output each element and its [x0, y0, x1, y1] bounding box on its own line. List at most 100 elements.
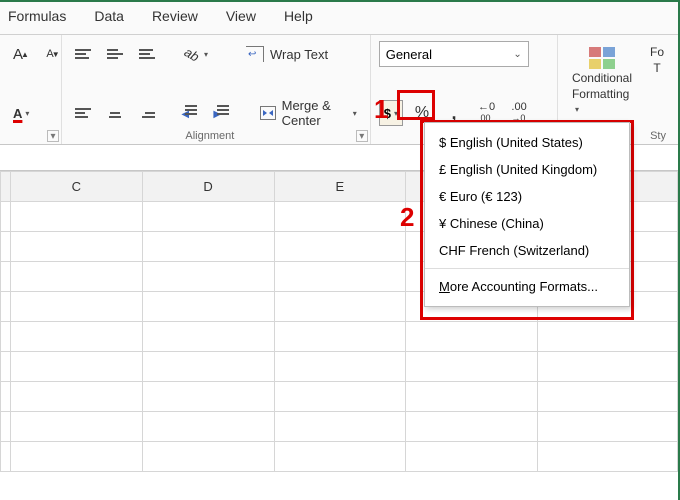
cell[interactable] [11, 382, 143, 412]
cell[interactable] [274, 322, 406, 352]
cell[interactable] [11, 232, 143, 262]
cell[interactable] [406, 352, 538, 382]
orientation-button[interactable]: ab▾ [178, 41, 213, 67]
align-right-button[interactable] [134, 100, 160, 126]
callout-number-2: 2 [400, 202, 414, 233]
cell[interactable] [274, 292, 406, 322]
align-left-button[interactable] [70, 100, 96, 126]
conditional-formatting-button[interactable]: Conditional Formatting ▾ [566, 45, 638, 117]
orientation-icon: ab [180, 42, 205, 67]
cell[interactable] [11, 412, 143, 442]
number-format-select[interactable]: General ⌄ [379, 41, 529, 67]
tab-help[interactable]: Help [284, 8, 313, 24]
decrease-indent-icon: ◀ [181, 105, 197, 121]
tab-formulas[interactable]: Formulas [8, 8, 66, 24]
cell[interactable] [142, 442, 274, 472]
decrease-indent-button[interactable]: ◀ [176, 100, 202, 126]
cell[interactable] [538, 442, 678, 472]
cell[interactable] [142, 382, 274, 412]
cell[interactable] [538, 322, 678, 352]
currency-option[interactable]: CHF French (Switzerland) [425, 237, 629, 264]
align-center-button[interactable] [102, 100, 128, 126]
increase-indent-icon: ▶ [213, 105, 229, 121]
cell[interactable] [11, 202, 143, 232]
cell[interactable] [274, 442, 406, 472]
cell[interactable] [142, 412, 274, 442]
tab-data[interactable]: Data [94, 8, 124, 24]
align-top-button[interactable] [70, 41, 96, 67]
cell[interactable] [538, 352, 678, 382]
cell[interactable] [274, 232, 406, 262]
cell[interactable] [406, 442, 538, 472]
cell[interactable] [142, 322, 274, 352]
cell[interactable] [11, 262, 143, 292]
cell[interactable] [11, 352, 143, 382]
cell[interactable] [11, 292, 143, 322]
cell[interactable] [142, 352, 274, 382]
tab-review[interactable]: Review [152, 8, 198, 24]
column-header[interactable]: E [274, 172, 406, 202]
cell[interactable] [1, 232, 11, 262]
cell[interactable] [1, 292, 11, 322]
align-center-icon [107, 108, 123, 118]
increase-font-size-button[interactable]: A▲ [8, 41, 34, 67]
cell[interactable] [406, 322, 538, 352]
cell[interactable] [406, 382, 538, 412]
chevron-down-icon: ▾ [204, 50, 208, 59]
column-header[interactable]: D [142, 172, 274, 202]
cell[interactable] [1, 442, 11, 472]
cell[interactable] [274, 202, 406, 232]
cell[interactable] [538, 382, 678, 412]
chevron-down-icon: ⌄ [513, 49, 521, 60]
align-bottom-button[interactable] [134, 41, 160, 67]
column-header[interactable]: C [11, 172, 143, 202]
cell[interactable] [142, 262, 274, 292]
cell[interactable] [1, 352, 11, 382]
font-dialog-launcher[interactable]: ▾ [47, 130, 59, 142]
cell[interactable] [11, 442, 143, 472]
cell[interactable] [1, 202, 11, 232]
number-format-value: General [386, 47, 432, 62]
cell[interactable] [274, 352, 406, 382]
align-middle-icon [107, 49, 123, 59]
cell[interactable] [1, 262, 11, 292]
cell[interactable] [11, 322, 143, 352]
cell[interactable] [274, 412, 406, 442]
cell[interactable] [406, 412, 538, 442]
conditional-label-1: Conditional [572, 71, 632, 85]
ribbon-tab-strip: Formulas Data Review View Help [0, 2, 678, 35]
column-header[interactable] [1, 172, 11, 202]
wrap-text-label: Wrap Text [270, 47, 328, 62]
tab-view[interactable]: View [226, 8, 256, 24]
more-accounting-formats[interactable]: More Accounting Formats... [425, 273, 629, 300]
callout-number-1: 1 [374, 94, 388, 125]
cell[interactable] [1, 382, 11, 412]
align-top-icon [75, 49, 91, 59]
chevron-down-icon: ▾ [25, 109, 29, 118]
font-color-button[interactable]: A ▾ [8, 100, 34, 126]
cell[interactable] [274, 382, 406, 412]
cell[interactable] [1, 322, 11, 352]
cell[interactable] [142, 202, 274, 232]
align-bottom-icon [139, 49, 155, 59]
cell[interactable] [1, 412, 11, 442]
cell[interactable] [274, 262, 406, 292]
align-middle-button[interactable] [102, 41, 128, 67]
cell[interactable] [538, 412, 678, 442]
merge-center-button[interactable]: Merge & Center ▾ [255, 100, 362, 126]
currency-option[interactable]: € Euro (€ 123) [425, 183, 629, 210]
alignment-dialog-launcher[interactable]: ▾ [356, 130, 368, 142]
cell[interactable] [142, 232, 274, 262]
increase-indent-button[interactable]: ▶ [208, 100, 234, 126]
currency-option[interactable]: ¥ Chinese (China) [425, 210, 629, 237]
decrease-decimal-icon: .00→0 [511, 102, 526, 124]
wrap-text-icon [246, 46, 264, 62]
currency-option[interactable]: $ English (United States) [425, 129, 629, 156]
conditional-formatting-icon [589, 47, 615, 69]
caret-down-icon: ▼ [52, 50, 60, 59]
accounting-format-menu: $ English (United States) £ English (Uni… [424, 122, 630, 307]
format-as-table-button[interactable]: Fo T [644, 45, 670, 77]
currency-option[interactable]: £ English (United Kingdom) [425, 156, 629, 183]
cell[interactable] [142, 292, 274, 322]
wrap-text-button[interactable]: Wrap Text [241, 41, 333, 67]
